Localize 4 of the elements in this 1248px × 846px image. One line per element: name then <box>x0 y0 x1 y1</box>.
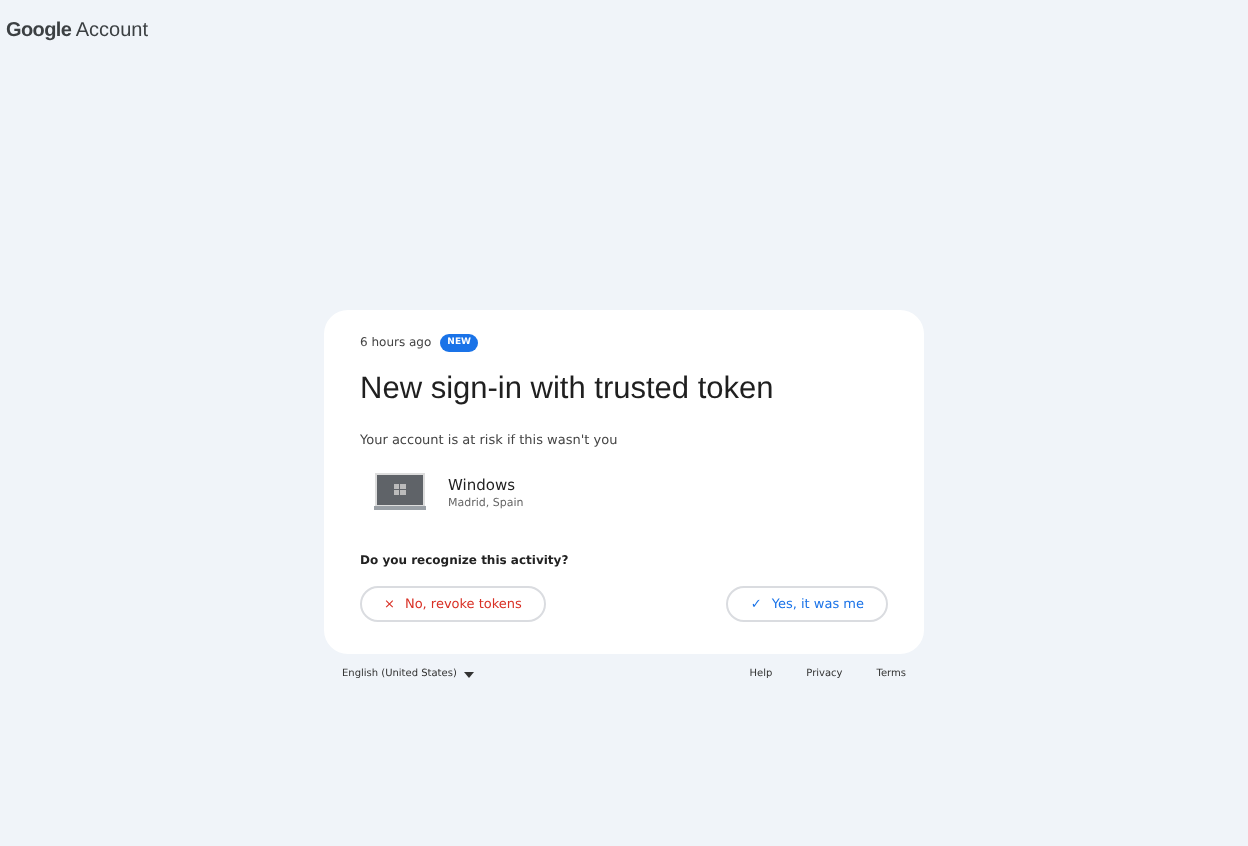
laptop-icon <box>374 472 426 512</box>
caret-icon[interactable] <box>464 671 475 677</box>
heading: New sign-in with trusted token <box>360 372 776 408</box>
brand-logo: Google Account <box>6 20 149 42</box>
